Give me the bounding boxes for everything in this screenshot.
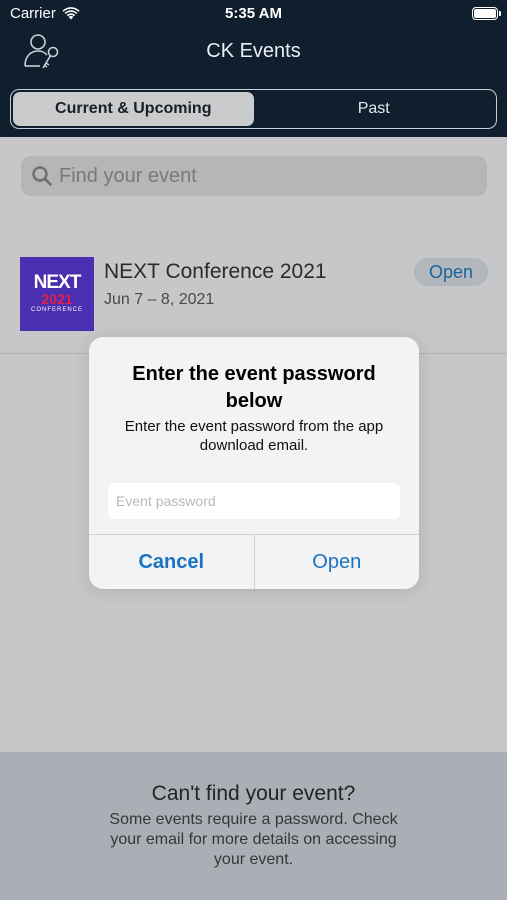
- logo-text-year: 2021: [41, 291, 73, 307]
- dialog-title: Enter the event password below: [132, 363, 376, 412]
- dialog-buttons: Cancel Open: [89, 534, 419, 589]
- footer-text: Some events require a password. Check yo…: [109, 811, 398, 868]
- open-event-button[interactable]: Open: [414, 258, 488, 286]
- tab-past[interactable]: Past: [254, 92, 495, 126]
- status-bar: Carrier 5:35 AM: [0, 0, 507, 28]
- page-title: CK Events: [206, 40, 301, 62]
- logo-text-conference: CONFERENCE: [30, 307, 83, 313]
- event-date: Jun 7 – 8, 2021: [104, 291, 215, 308]
- search-input[interactable]: Find your event: [59, 165, 197, 188]
- search-icon: [32, 166, 52, 186]
- header: Carrier 5:35 AM CK Events Current & Upco…: [0, 0, 507, 137]
- tab-current-upcoming[interactable]: Current & Upcoming: [13, 92, 254, 126]
- event-name: NEXT Conference 2021: [104, 260, 327, 283]
- cancel-button[interactable]: Cancel: [89, 535, 255, 589]
- footer-title: Can't find your event?: [151, 782, 356, 805]
- logo-text-next: NEXT: [33, 272, 82, 293]
- battery-icon: [472, 7, 501, 20]
- event-logo: NEXT 2021 CONFERENCE: [20, 257, 94, 331]
- password-dialog: Enter the event password below Enter the…: [89, 337, 419, 589]
- status-time: 5:35 AM: [225, 5, 282, 22]
- search-bar[interactable]: Find your event: [21, 156, 487, 196]
- segmented-control: Current & Upcoming Past: [10, 89, 497, 129]
- footer: Can't find your event? Some events requi…: [0, 752, 507, 900]
- open-button[interactable]: Open: [255, 535, 420, 589]
- event-password-input[interactable]: [108, 483, 400, 519]
- dialog-message: Enter the event password from the app do…: [124, 418, 384, 454]
